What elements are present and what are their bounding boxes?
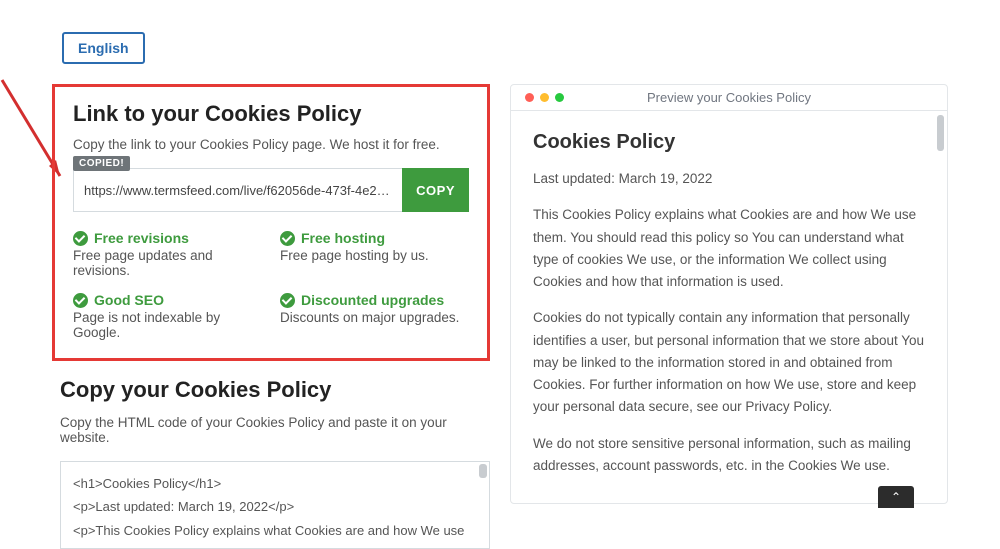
copied-badge: COPIED! — [73, 156, 130, 171]
link-section-desc: Copy the link to your Cookies Policy pag… — [73, 137, 469, 152]
scrollbar[interactable] — [479, 464, 487, 478]
check-icon — [280, 293, 295, 308]
preview-updated: Last updated: March 19, 2022 — [533, 168, 925, 190]
chevron-up-icon: ⌃ — [891, 490, 901, 504]
check-icon — [73, 231, 88, 246]
html-line: <p>This Cookies Policy explains what Coo… — [73, 519, 477, 542]
preview-body[interactable]: Cookies Policy Last updated: March 19, 2… — [511, 111, 947, 503]
window-dot-max — [555, 93, 564, 102]
preview-heading: Cookies Policy — [533, 131, 925, 154]
copy-section-title: Copy your Cookies Policy — [60, 377, 490, 403]
preview-paragraph: This Cookies Policy explains what Cookie… — [533, 204, 925, 293]
preview-paragraph: Cookies do not typically contain any inf… — [533, 307, 925, 418]
scrollbar[interactable] — [937, 115, 944, 151]
feature-discounted-upgrades: Discounted upgrades Discounts on major u… — [280, 292, 469, 340]
html-line: <p>Last updated: March 19, 2022</p> — [73, 495, 477, 518]
check-icon — [280, 231, 295, 246]
language-selector[interactable]: English — [62, 32, 145, 64]
link-to-policy-card: Link to your Cookies Policy Copy the lin… — [52, 84, 490, 361]
preview-paragraph: We do not store sensitive personal infor… — [533, 433, 925, 478]
feature-free-revisions: Free revisions Free page updates and rev… — [73, 230, 262, 278]
copy-section-desc: Copy the HTML code of your Cookies Polic… — [60, 415, 490, 445]
link-section-title: Link to your Cookies Policy — [73, 101, 469, 127]
check-icon — [73, 293, 88, 308]
copy-url-row: COPIED! COPY — [73, 168, 469, 212]
feature-free-hosting: Free hosting Free page hosting by us. — [280, 230, 469, 278]
feature-good-seo: Good SEO Page is not indexable by Google… — [73, 292, 262, 340]
policy-url-input[interactable] — [73, 168, 402, 212]
feature-desc: Discounts on major upgrades. — [280, 310, 469, 325]
feature-title: Free revisions — [94, 230, 189, 246]
preview-header: Preview your Cookies Policy — [511, 85, 947, 111]
feature-title: Free hosting — [301, 230, 385, 246]
back-to-top-button[interactable]: ⌃ — [878, 486, 914, 508]
copy-button[interactable]: COPY — [402, 168, 469, 212]
window-dot-close — [525, 93, 534, 102]
feature-title: Good SEO — [94, 292, 164, 308]
feature-desc: Free page hosting by us. — [280, 248, 469, 263]
window-dot-min — [540, 93, 549, 102]
preview-panel: Preview your Cookies Policy Cookies Poli… — [510, 84, 948, 504]
preview-header-title: Preview your Cookies Policy — [511, 90, 947, 105]
copy-html-section: Copy your Cookies Policy Copy the HTML c… — [52, 361, 490, 549]
feature-desc: Page is not indexable by Google. — [73, 310, 262, 340]
feature-desc: Free page updates and revisions. — [73, 248, 262, 278]
html-line: <h1>Cookies Policy</h1> — [73, 472, 477, 495]
html-code-box[interactable]: <h1>Cookies Policy</h1> <p>Last updated:… — [60, 461, 490, 549]
feature-title: Discounted upgrades — [301, 292, 444, 308]
